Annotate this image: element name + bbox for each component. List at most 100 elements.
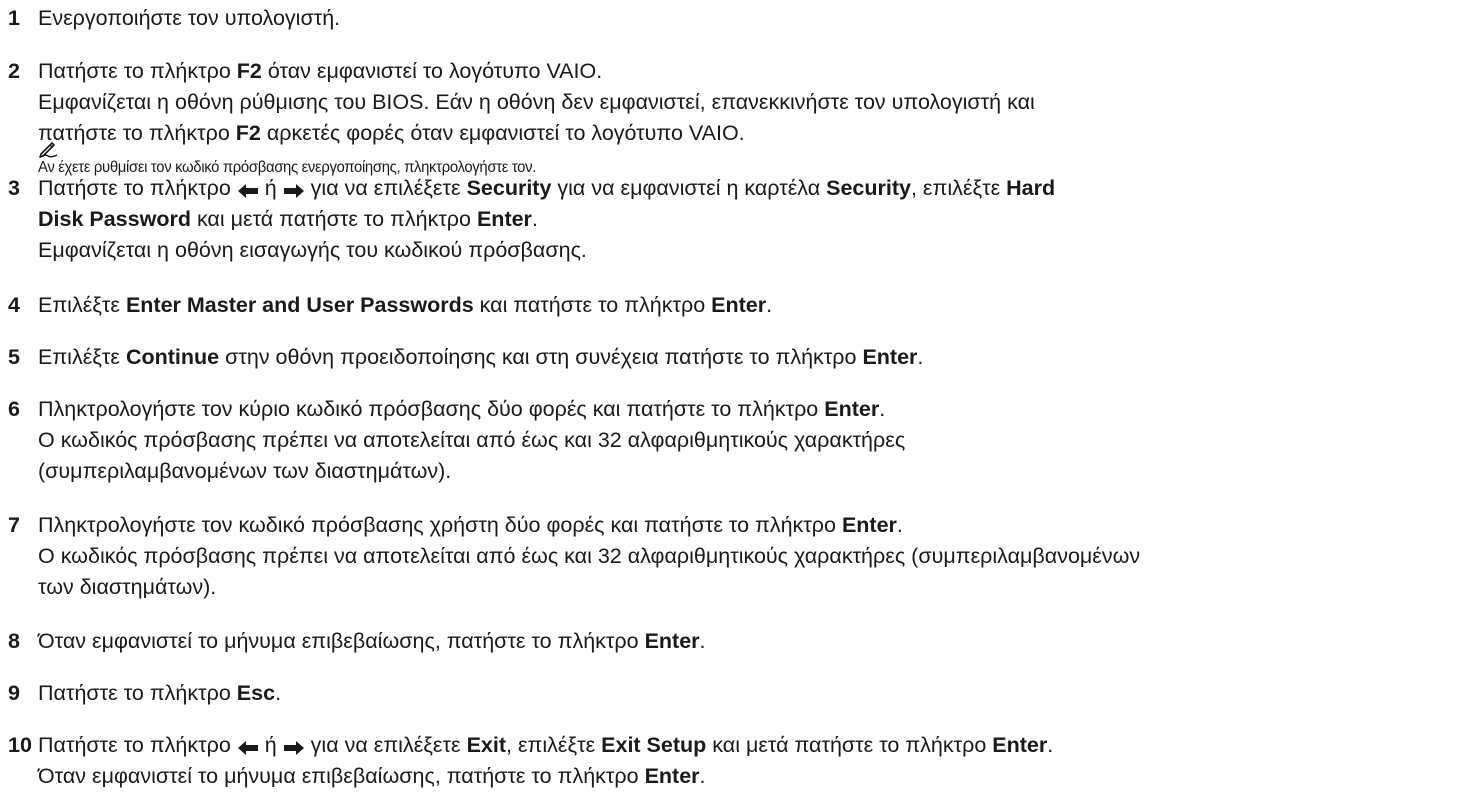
text-run: των διαστημάτων). xyxy=(38,575,217,599)
step-line: Disk Password και μετά πατήστε το πλήκτρ… xyxy=(38,204,1463,235)
step-line: Ενεργοποιήστε τον υπολογιστή. xyxy=(38,3,1463,34)
bold-term: F2 xyxy=(236,59,262,83)
step-number: 3 xyxy=(8,176,20,200)
bold-term: Security xyxy=(466,176,552,200)
text-run: (συμπεριλαμβανομένων των διαστημάτων). xyxy=(38,459,452,483)
bold-term: Continue xyxy=(125,345,220,369)
bold-term: Disk Password xyxy=(38,207,191,231)
text-run: Ο κωδικός πρόσβασης πρέπει να αποτελείτα… xyxy=(38,428,906,452)
step-number: 8 xyxy=(8,629,20,653)
step-4: 4 Επιλέξτε Enter Master and User Passwor… xyxy=(8,290,1463,321)
step-body: Πληκτρολογήστε τον κύριο κωδικό πρόσβαση… xyxy=(38,394,1463,487)
text-run: για να εμφανιστεί η καρτέλα xyxy=(551,176,827,200)
text-run: . xyxy=(699,629,706,653)
text-run: στην οθόνη προειδοποίησης και στη συνέχε… xyxy=(219,345,863,369)
step-2: 2 Πατήστε το πλήκτρο F2 όταν εμφανιστεί … xyxy=(8,56,1463,149)
step-line: Πληκτρολογήστε τον κύριο κωδικό πρόσβαση… xyxy=(38,394,1463,425)
bold-term: F2 xyxy=(235,121,261,145)
step-number: 7 xyxy=(8,513,20,537)
text-run: και μετά πατήστε το πλήκτρο xyxy=(706,733,993,757)
text-run: . xyxy=(699,764,706,788)
text-run: Επιλέξτε xyxy=(38,345,126,369)
step-body: Ενεργοποιήστε τον υπολογιστή. xyxy=(38,3,1463,34)
text-run: . xyxy=(766,293,773,317)
step-line: Ο κωδικός πρόσβασης πρέπει να αποτελείτα… xyxy=(38,425,1463,456)
step-3: 3 Πατήστε το πλήκτρο ή για να επιλέξετε … xyxy=(8,173,1463,266)
text-run: πατήστε το πλήκτρο xyxy=(38,121,236,145)
text-run: . xyxy=(896,513,903,537)
step-line: Όταν εμφανιστεί το μήνυμα επιβεβαίωσης, … xyxy=(38,626,1463,657)
step-9: 9 Πατήστε το πλήκτρο Esc. xyxy=(8,678,1463,709)
text-run: Όταν εμφανιστεί το μήνυμα επιβεβαίωσης, … xyxy=(38,764,645,788)
text-run: Εμφανίζεται η οθόνη εισαγωγής του κωδικο… xyxy=(38,238,587,262)
bold-term: Hard xyxy=(1006,176,1056,200)
left-arrow-icon xyxy=(237,741,258,755)
text-run: , επιλέξτε xyxy=(910,176,1007,200)
step-line: πατήστε το πλήκτρο F2 αρκετές φορές όταν… xyxy=(38,118,1463,149)
text-run: . xyxy=(917,345,924,369)
step-body: Επιλέξτε Enter Master and User Passwords… xyxy=(38,290,1463,321)
bold-term: Enter xyxy=(711,293,767,317)
step-line: Επιλέξτε Continue στην οθόνη προειδοποίη… xyxy=(38,342,1463,373)
text-run: αρκετές φορές όταν εμφανιστεί το λογότυπ… xyxy=(260,121,745,145)
step-5: 5 Επιλέξτε Continue στην οθόνη προειδοπο… xyxy=(8,342,1463,373)
step-body: Όταν εμφανιστεί το μήνυμα επιβεβαίωσης, … xyxy=(38,626,1463,657)
step-7: 7 Πληκτρολογήστε τον κωδικό πρόσβασης χρ… xyxy=(8,510,1463,603)
step-line: Πατήστε το πλήκτρο F2 όταν εμφανιστεί το… xyxy=(38,56,1463,87)
step-line: Πατήστε το πλήκτρο Esc. xyxy=(38,678,1463,709)
bold-term: Exit xyxy=(466,733,506,757)
text-run: για να επιλέξετε xyxy=(304,176,467,200)
step-line: Πληκτρολογήστε τον κωδικό πρόσβασης χρήσ… xyxy=(38,510,1463,541)
text-run: . xyxy=(275,681,282,705)
text-run: και μετά πατήστε το πλήκτρο xyxy=(190,207,477,231)
step-number: 1 xyxy=(8,6,20,30)
text-run: . xyxy=(1047,733,1054,757)
bold-term: Enter xyxy=(824,397,880,421)
left-arrow-icon xyxy=(237,184,258,198)
pencil-note-icon xyxy=(39,142,58,158)
text-run: ή xyxy=(258,176,283,200)
step-line: Πατήστε το πλήκτρο ή για να επιλέξετε Ex… xyxy=(38,730,1463,761)
instruction-page: 1 Ενεργοποιήστε τον υπολογιστή. 2 Πατήστ… xyxy=(0,0,1469,788)
step-line: Ο κωδικός πρόσβασης πρέπει να αποτελείτα… xyxy=(38,541,1463,572)
text-run: Πατήστε το πλήκτρο xyxy=(38,59,237,83)
step-number: 9 xyxy=(8,681,20,705)
text-run: Ενεργοποιήστε τον υπολογιστή. xyxy=(38,6,341,30)
text-run: Πατήστε το πλήκτρο xyxy=(38,733,237,757)
step-8: 8 Όταν εμφανιστεί το μήνυμα επιβεβαίωσης… xyxy=(8,626,1463,657)
text-run: όταν εμφανιστεί το λογότυπο VAIO. xyxy=(261,59,603,83)
bold-term: Enter xyxy=(862,345,918,369)
step-1: 1 Ενεργοποιήστε τον υπολογιστή. xyxy=(8,3,1463,34)
text-run: Επιλέξτε xyxy=(38,293,126,317)
step-body: Πατήστε το πλήκτρο ή για να επιλέξετε Ex… xyxy=(38,730,1463,792)
bold-term: Security xyxy=(826,176,911,200)
bold-term: Enter xyxy=(841,513,897,537)
step-line: Πατήστε το πλήκτρο ή για να επιλέξετε Se… xyxy=(38,173,1463,204)
text-run: Πατήστε το πλήκτρο xyxy=(38,176,237,200)
text-run: Εμφανίζεται η οθόνη ρύθμισης του BIOS. Ε… xyxy=(38,90,1035,114)
bold-term: Enter xyxy=(476,207,532,231)
step-6: 6 Πληκτρολογήστε τον κύριο κωδικό πρόσβα… xyxy=(8,394,1463,487)
step-line: Εμφανίζεται η οθόνη εισαγωγής του κωδικο… xyxy=(38,235,1463,266)
step-body: Πατήστε το πλήκτρο Esc. xyxy=(38,678,1463,709)
step-number: 4 xyxy=(8,293,20,317)
right-arrow-icon xyxy=(283,184,304,198)
bold-term: Enter Master and User Passwords xyxy=(125,293,474,317)
step-10: 10 Πατήστε το πλήκτρο ή για να επιλέξετε… xyxy=(8,730,1463,792)
text-run: . xyxy=(531,207,538,231)
step-body: Πληκτρολογήστε τον κωδικό πρόσβασης χρήσ… xyxy=(38,510,1463,603)
right-arrow-icon xyxy=(283,741,304,755)
step-line: Όταν εμφανιστεί το μήνυμα επιβεβαίωσης, … xyxy=(38,761,1463,792)
step-line: Εμφανίζεται η οθόνη ρύθμισης του BIOS. Ε… xyxy=(38,87,1463,118)
step-number: 10 xyxy=(8,733,32,757)
step-number: 6 xyxy=(8,397,20,421)
text-run: Ο κωδικός πρόσβασης πρέπει να αποτελείτα… xyxy=(38,544,1141,568)
text-run: για να επιλέξετε xyxy=(304,733,467,757)
step-number: 2 xyxy=(8,59,20,83)
step-body: Πατήστε το πλήκτρο ή για να επιλέξετε Se… xyxy=(38,173,1463,266)
text-run: ή xyxy=(258,733,283,757)
step-number: 5 xyxy=(8,345,20,369)
step-body: Πατήστε το πλήκτρο F2 όταν εμφανιστεί το… xyxy=(38,56,1463,149)
step-line: των διαστημάτων). xyxy=(38,572,1463,603)
text-run: Όταν εμφανιστεί το μήνυμα επιβεβαίωσης, … xyxy=(38,629,645,653)
